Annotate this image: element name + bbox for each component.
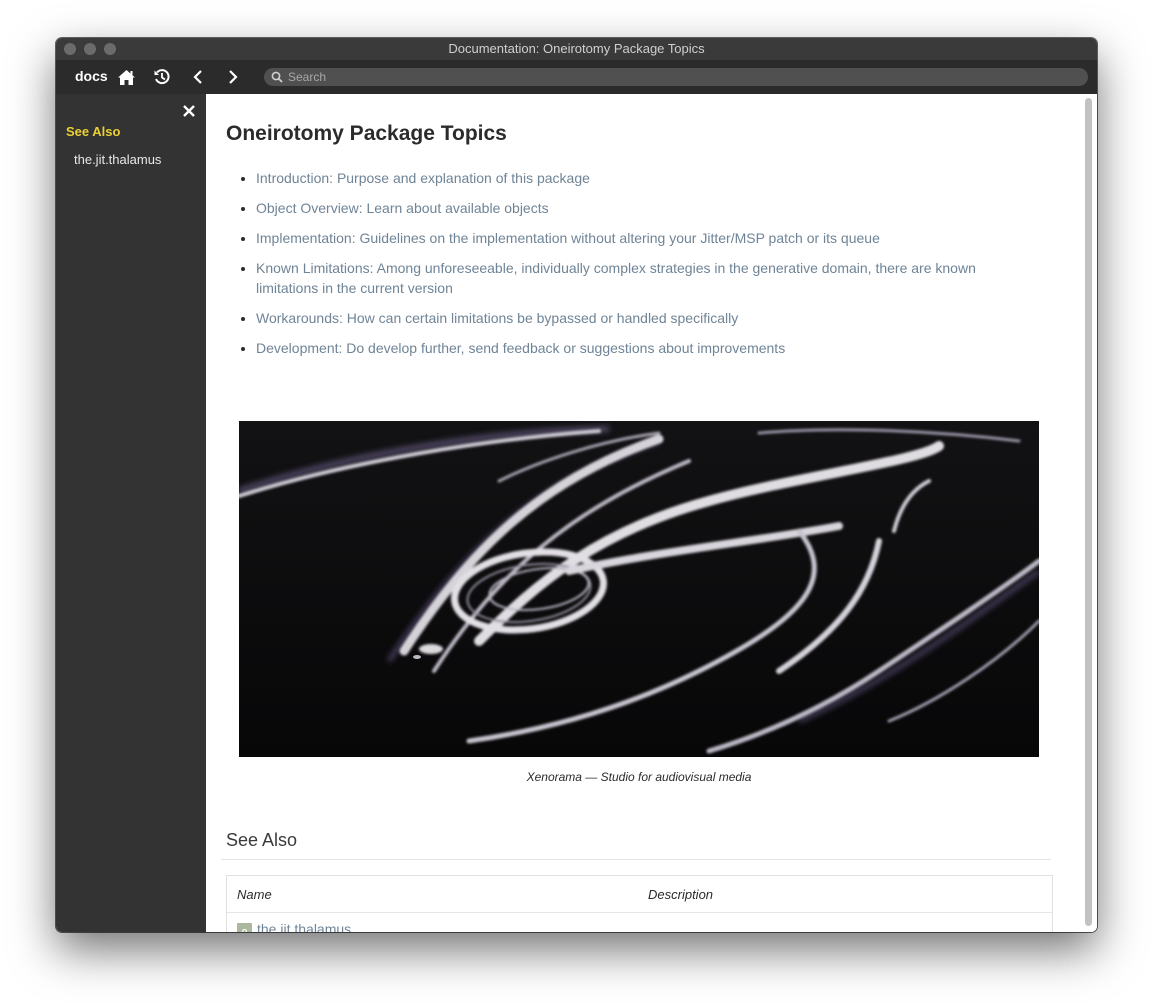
sidebar: See Also the.jit.thalamus: [56, 94, 206, 932]
column-header-description: Description: [648, 887, 714, 902]
list-item: Workarounds: How can certain limitations…: [256, 308, 996, 328]
history-button[interactable]: [151, 66, 173, 88]
toolbar: docs: [56, 61, 1097, 94]
column-header-name: Name: [237, 887, 272, 902]
topic-link-workarounds[interactable]: Workarounds: How can certain limitations…: [256, 310, 738, 326]
window-title: Documentation: Oneirotomy Package Topics: [448, 41, 705, 56]
topic-link-introduction[interactable]: Introduction: Purpose and explanation of…: [256, 170, 590, 186]
abstract-swirl-artwork: [239, 421, 1039, 757]
section-divider: [221, 859, 1051, 860]
topic-link-development[interactable]: Development: Do develop further, send fe…: [256, 340, 785, 356]
main-content: Oneirotomy Package Topics Introduction: …: [206, 94, 1097, 932]
sidebar-heading: See Also: [66, 124, 121, 139]
topic-link-known-limitations[interactable]: Known Limitations: Among unforeseeable, …: [256, 260, 976, 296]
chevron-left-icon: [193, 70, 202, 84]
history-icon: [154, 69, 170, 85]
vertical-scrollbar[interactable]: [1085, 98, 1092, 926]
object-icon: o: [237, 923, 252, 932]
title-bar: Documentation: Oneirotomy Package Topics: [56, 38, 1097, 61]
page-title: Oneirotomy Package Topics: [226, 122, 507, 145]
topic-link-implementation[interactable]: Implementation: Guidelines on the implem…: [256, 230, 880, 246]
home-icon: [117, 69, 135, 85]
search-input[interactable]: [288, 68, 1078, 86]
docs-label: docs: [75, 68, 108, 84]
chevron-right-icon: [229, 70, 238, 84]
list-item: Implementation: Guidelines on the implem…: [256, 228, 996, 248]
search-icon: [271, 71, 283, 83]
table-row-divider: [227, 912, 1052, 913]
see-also-table: Name Description o the.jit.thalamus: [226, 875, 1053, 932]
home-button[interactable]: [115, 66, 137, 88]
search-box[interactable]: [264, 68, 1088, 86]
image-caption: Xenorama — Studio for audiovisual media: [526, 770, 752, 784]
list-item: Introduction: Purpose and explanation of…: [256, 168, 996, 188]
close-sidebar-button[interactable]: [180, 102, 198, 120]
object-link-the-jit-thalamus[interactable]: the.jit.thalamus: [257, 921, 351, 932]
sidebar-item-the-jit-thalamus[interactable]: the.jit.thalamus: [74, 152, 161, 167]
list-item: Known Limitations: Among unforeseeable, …: [256, 258, 996, 298]
hero-image: [239, 421, 1039, 757]
list-item: Object Overview: Learn about available o…: [256, 198, 996, 218]
topics-list: Introduction: Purpose and explanation of…: [236, 168, 996, 368]
close-icon: [183, 105, 195, 117]
forward-button[interactable]: [222, 66, 244, 88]
app-window: Documentation: Oneirotomy Package Topics…: [56, 38, 1097, 932]
back-button[interactable]: [187, 66, 209, 88]
see-also-heading: See Also: [226, 830, 298, 850]
list-item: Development: Do develop further, send fe…: [256, 338, 996, 358]
topic-link-object-overview[interactable]: Object Overview: Learn about available o…: [256, 200, 549, 216]
